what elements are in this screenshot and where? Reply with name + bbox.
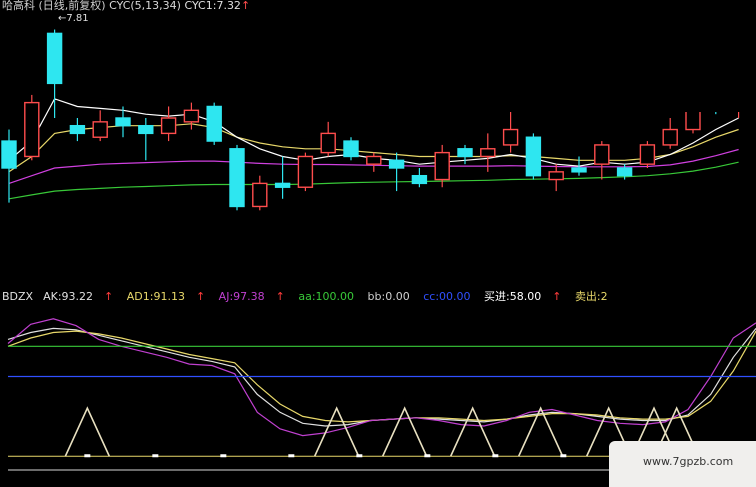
candle-up — [297, 155, 314, 188]
candle-up — [639, 144, 656, 165]
candle-down — [525, 136, 542, 177]
candle-down — [206, 105, 222, 142]
cc-value: cc:00.00 — [423, 290, 471, 303]
signal-marker — [560, 454, 567, 458]
signal-marker — [152, 454, 159, 458]
candle-up — [252, 182, 268, 208]
buy-signal-spike — [381, 406, 428, 457]
bb-value: bb:0.00 — [367, 290, 410, 303]
candle-up — [685, 109, 701, 131]
indicator-legend: BDZX AK:93.22 ↑ AD1:91.13 ↑ AJ:97.38 ↑ aa:10… — [2, 288, 618, 304]
candle-up — [160, 117, 177, 135]
cyc1-value: CYC1:7.32 — [184, 0, 241, 12]
signal-marker — [424, 454, 431, 458]
candle-down — [343, 140, 359, 158]
candle-down — [115, 117, 131, 127]
buy-value: 买进:58.00 — [484, 290, 542, 303]
sell-value: 卖出:2 — [574, 290, 608, 303]
watermark-text: www.7gpzb.com — [643, 455, 734, 468]
candle-down — [274, 182, 291, 188]
aj-up-arrow-icon: ↑ — [275, 290, 285, 303]
candle-down — [229, 148, 245, 208]
price-mode: (日线,前复权) — [38, 0, 106, 12]
buy-up-arrow-icon: ↑ — [552, 290, 562, 303]
stock-name: 哈高科 — [2, 0, 35, 12]
candle-up — [662, 128, 678, 146]
signal-marker — [84, 454, 91, 458]
high-price-marker: ←7.81 — [58, 13, 89, 24]
candle-up — [183, 109, 200, 123]
candle-up — [480, 148, 496, 158]
candle-up — [594, 144, 610, 165]
candle-up — [548, 171, 564, 181]
candle-down — [411, 174, 428, 185]
ad1-value: AD1:91.13 — [126, 290, 185, 303]
indicator-name: BDZX — [2, 290, 34, 303]
cyc1-up-arrow-icon: ↑ — [240, 0, 251, 12]
candle-up — [434, 151, 450, 181]
occluded-area — [428, 0, 756, 112]
chart-header: 哈高科 (日线,前复权) CYC(5,13,34) CYC1:7.32↑ — [2, 0, 250, 13]
watermark-badge: www.7gpzb.com — [609, 441, 756, 487]
buy-signal-spike — [64, 406, 111, 457]
buy-signal-spike — [449, 406, 496, 457]
candle-down — [571, 167, 587, 173]
signal-marker — [356, 454, 363, 458]
signal-marker — [220, 454, 227, 458]
cyc-label: CYC(5,13,34) — [109, 0, 181, 12]
ak-up-arrow-icon: ↑ — [104, 290, 114, 303]
candle-down — [138, 124, 154, 135]
ak-value: AK:93.22 — [43, 290, 94, 303]
ad1-up-arrow-icon: ↑ — [195, 290, 206, 303]
series-ak-line — [7, 327, 756, 427]
candle-down — [457, 148, 473, 158]
candle-up — [366, 155, 382, 165]
candle-up — [92, 121, 108, 138]
candle-down — [1, 140, 17, 169]
buy-signal-spike — [313, 406, 360, 457]
aa-value: aa:100.00 — [298, 290, 355, 303]
candle-down — [69, 124, 86, 135]
candle-down — [616, 167, 633, 177]
candle-down — [388, 159, 405, 169]
series-aj-line — [7, 318, 756, 437]
signal-marker — [492, 454, 499, 458]
aj-value: AJ:97.38 — [218, 290, 265, 303]
candle-up — [320, 132, 336, 154]
candle-down — [46, 32, 63, 85]
signal-marker — [288, 454, 295, 458]
candle-up — [24, 101, 40, 158]
candle-up — [502, 128, 519, 146]
